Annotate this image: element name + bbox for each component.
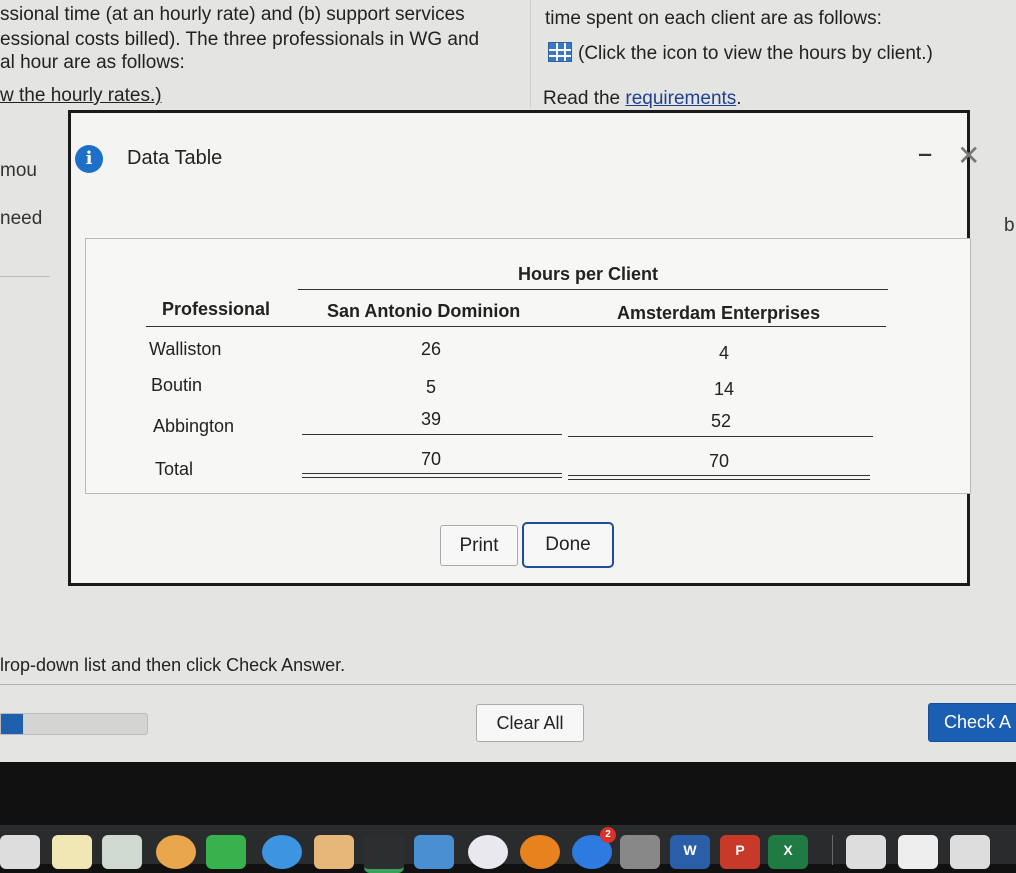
row-professional: Boutin (151, 375, 203, 395)
print-button[interactable]: Print (440, 525, 518, 566)
row-san-antonio: 5 (425, 377, 436, 397)
app-store-badge: 2 (600, 827, 616, 843)
hours-by-client-text: (Click the icon to view the hours by cli… (578, 43, 933, 64)
check-answer-button[interactable]: Check A (928, 703, 1016, 742)
column-header-amsterdam: Amsterdam Enterprises (617, 303, 821, 323)
total-double-rule (568, 475, 870, 480)
done-button[interactable]: Done (522, 522, 614, 568)
question-text-line: essional costs billed). The three profes… (0, 29, 480, 50)
column-header-san-antonio: San Antonio Dominion (327, 301, 521, 321)
read-prefix: Read the (543, 88, 626, 109)
row-amsterdam: 52 (710, 411, 732, 431)
column-header-professional: Professional (162, 299, 271, 319)
subtotal-rule (568, 436, 873, 437)
header-underline (146, 326, 886, 327)
progress-fill (1, 714, 23, 734)
cut-off-text: mou (0, 160, 37, 181)
dock-separator (832, 835, 833, 865)
progress-bar (0, 713, 148, 735)
instruction-text: lrop-down list and then click Check Answ… (0, 655, 346, 675)
hourly-rates-link[interactable]: w the hourly rates.) (0, 85, 162, 107)
read-suffix: . (736, 88, 742, 109)
total-amsterdam: 70 (708, 451, 730, 471)
row-professional: Walliston (149, 339, 222, 359)
question-text-line: time spent on each client are as follows… (545, 8, 882, 29)
data-table-dialog: i Data Table ‒ ✕ Hours per Client Profes… (68, 110, 980, 586)
cut-off-text: need (0, 208, 43, 229)
divider (0, 276, 50, 277)
screen: ssional time (at an hourly rate) and (b)… (0, 0, 1016, 762)
question-text-line: ssional time (at an hourly rate) and (b)… (0, 4, 465, 25)
row-san-antonio: 39 (420, 409, 442, 429)
column-divider (530, 0, 531, 108)
numbers-icon[interactable] (364, 835, 404, 873)
close-button[interactable]: ✕ (957, 139, 980, 172)
hours-table: Hours per Client Professional San Antoni… (85, 238, 971, 494)
info-icon: i (75, 145, 103, 173)
read-requirements: Read the requirements. (543, 88, 742, 110)
requirements-link[interactable]: requirements (625, 88, 736, 109)
row-san-antonio: 26 (420, 339, 442, 359)
subtotal-rule (302, 434, 562, 435)
dialog-title: Data Table (127, 147, 223, 169)
hours-by-client-row: (Click the icon to view the hours by cli… (548, 42, 933, 65)
total-san-antonio: 70 (420, 449, 442, 469)
group-header: Hours per Client (518, 264, 659, 284)
clear-all-button[interactable]: Clear All (476, 704, 584, 742)
row-amsterdam: 4 (718, 343, 729, 363)
total-label: Total (155, 459, 194, 479)
dock: 2 W P X (0, 825, 1016, 873)
minimize-button[interactable]: ‒ (919, 141, 931, 167)
cut-off-text: b (1004, 215, 1015, 236)
header-rule (298, 289, 888, 290)
total-double-rule (302, 473, 562, 478)
row-professional: Abbington (153, 416, 235, 436)
question-text-line: al hour are as follows: (0, 52, 185, 73)
data-table-icon[interactable] (548, 42, 572, 62)
footer-divider (0, 684, 1016, 685)
row-amsterdam: 14 (713, 379, 735, 399)
